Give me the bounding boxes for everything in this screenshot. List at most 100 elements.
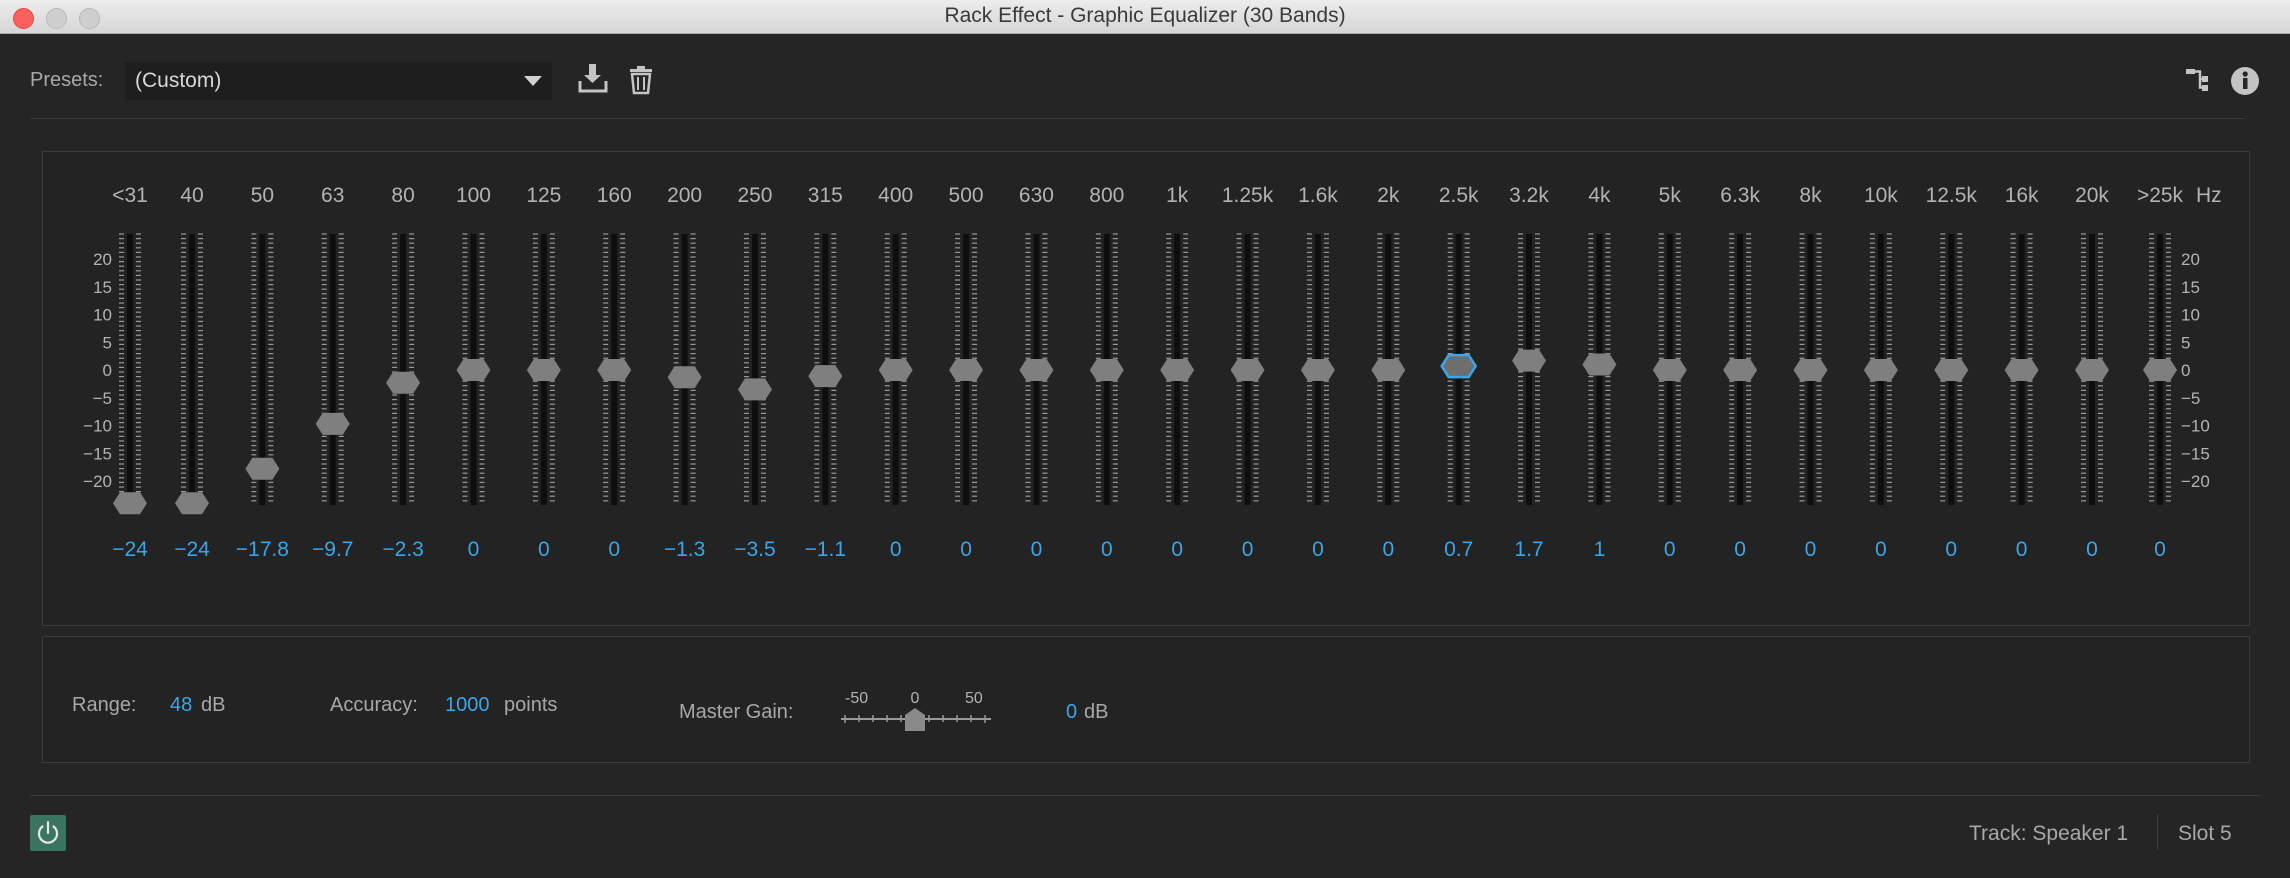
band-slider-thumb[interactable] [1793,359,1828,381]
band-slider-track[interactable] [329,234,336,505]
band-slider-thumb[interactable] [1652,359,1687,381]
master-gain-value[interactable]: 0 [1066,701,1077,724]
eq-band-22: 4k 1 [1582,184,1617,561]
band-gain-value[interactable]: 0 [1101,538,1113,561]
band-slider-thumb[interactable] [1230,359,1265,381]
band-slider-thumb[interactable] [1512,349,1547,372]
track-label: Track: Speaker 1 [1969,822,2129,845]
band-slider-thumb[interactable] [2075,359,2109,381]
band-frequency-label: 100 [456,184,491,207]
power-toggle-button[interactable] [30,815,66,851]
band-slider-thumb[interactable] [175,492,209,515]
eq-band-5: 80 −2.3 [382,184,423,561]
band-slider-thumb[interactable] [667,366,702,389]
band-slider-track[interactable] [400,234,407,505]
band-frequency-label: 800 [1089,184,1124,207]
band-gain-value[interactable]: 0 [1382,538,1394,561]
band-frequency-label: 63 [321,184,344,207]
eq-band-27: 12.5k 0 [1926,184,1978,561]
band-slider-thumb[interactable] [949,359,984,381]
band-slider-thumb[interactable] [1300,359,1335,381]
band-gain-value[interactable]: −24 [112,538,148,561]
band-slider-track[interactable] [751,234,758,505]
band-slider-thumb[interactable] [878,359,913,381]
band-slider-thumb[interactable] [1440,353,1478,379]
db-scale-label: 15 [2181,278,2200,297]
range-value[interactable]: 48 [170,694,192,717]
band-gain-value[interactable]: −9.7 [312,538,353,561]
master-gain-slider[interactable]: -50 0 50 [835,684,995,736]
band-slider-thumb[interactable] [386,371,421,394]
band-gain-value[interactable]: 0 [1805,538,1817,561]
band-gain-value[interactable]: 0 [608,538,620,561]
band-slider-track[interactable] [127,234,133,505]
band-slider-thumb[interactable] [1582,353,1617,376]
band-slider-thumb[interactable] [1019,359,1054,381]
band-slider-thumb[interactable] [597,359,632,381]
master-gain-scale-mid: 0 [911,690,920,707]
band-gain-value[interactable]: 0 [1312,538,1324,561]
band-frequency-label: 160 [597,184,632,207]
band-gain-value[interactable]: 0 [1875,538,1887,561]
band-slider-thumb[interactable] [113,492,147,515]
band-gain-value[interactable]: −17.8 [236,538,289,561]
db-scale-label: 0 [103,361,112,380]
band-frequency-label: 50 [251,184,274,207]
divider [30,795,2260,796]
band-gain-value[interactable]: −24 [174,538,210,561]
band-frequency-label: 2.5k [1439,184,1479,207]
band-slider-thumb[interactable] [737,378,772,401]
band-gain-value[interactable]: 0 [1031,538,1043,561]
band-gain-value[interactable]: 1 [1594,538,1606,561]
band-gain-value[interactable]: 0 [2154,538,2166,561]
band-slider-thumb[interactable] [526,359,561,381]
band-gain-value[interactable]: 0 [2016,538,2028,561]
band-gain-value[interactable]: 0 [1171,538,1183,561]
band-slider-thumb[interactable] [1723,359,1758,381]
db-scale-label: 15 [93,278,112,297]
band-gain-value[interactable]: 0 [538,538,550,561]
band-slider-thumb[interactable] [1863,359,1898,381]
band-frequency-label: 2k [1377,184,1400,207]
band-frequency-label: 3.2k [1509,184,1549,207]
band-gain-value[interactable]: 0 [468,538,480,561]
db-scale-label: 20 [93,250,112,269]
band-frequency-label: 4k [1588,184,1611,207]
band-slider-thumb[interactable] [315,412,350,435]
db-scale-label: 0 [2181,361,2190,380]
band-slider-thumb[interactable] [2004,359,2039,381]
db-scale-right: 20 15 10 5 0 −5 −10 −15 −20 [2181,250,2210,491]
band-gain-value[interactable]: −1.1 [805,538,846,561]
band-frequency-label: 500 [949,184,984,207]
band-slider-thumb[interactable] [2143,359,2177,381]
band-gain-value[interactable]: 0 [1734,538,1746,561]
master-gain-thumb[interactable] [905,708,925,731]
band-gain-value[interactable]: −3.5 [734,538,775,561]
band-slider-thumb[interactable] [1089,359,1124,381]
eq-band-20: 2.5k 0.7 [1439,184,1479,561]
band-gain-value[interactable]: 0.7 [1444,538,1473,561]
db-scale-label: −15 [2181,444,2210,463]
band-frequency-label: <31 [112,184,148,207]
band-slider-thumb[interactable] [1934,359,1969,381]
band-gain-value[interactable]: −1.3 [664,538,705,561]
band-gain-value[interactable]: −2.3 [382,538,423,561]
band-slider-thumb[interactable] [1160,359,1195,381]
band-slider-track[interactable] [189,234,195,505]
band-gain-value[interactable]: 1.7 [1514,538,1543,561]
band-gain-value[interactable]: 0 [890,538,902,561]
band-slider-thumb[interactable] [1371,359,1406,381]
band-gain-value[interactable]: 0 [2086,538,2098,561]
db-scale-label: 20 [2181,250,2200,269]
master-gain-label: Master Gain: [679,701,794,723]
eq-band-1: <31 −24 [112,184,148,561]
band-slider-thumb[interactable] [808,365,843,388]
band-slider-thumb[interactable] [456,359,491,381]
band-slider-thumb[interactable] [245,457,280,480]
band-gain-value[interactable]: 0 [960,538,972,561]
band-gain-value[interactable]: 0 [1664,538,1676,561]
band-gain-value[interactable]: 0 [1242,538,1254,561]
band-frequency-label: 10k [1864,184,1898,207]
accuracy-value[interactable]: 1000 [445,694,490,717]
band-gain-value[interactable]: 0 [1945,538,1957,561]
